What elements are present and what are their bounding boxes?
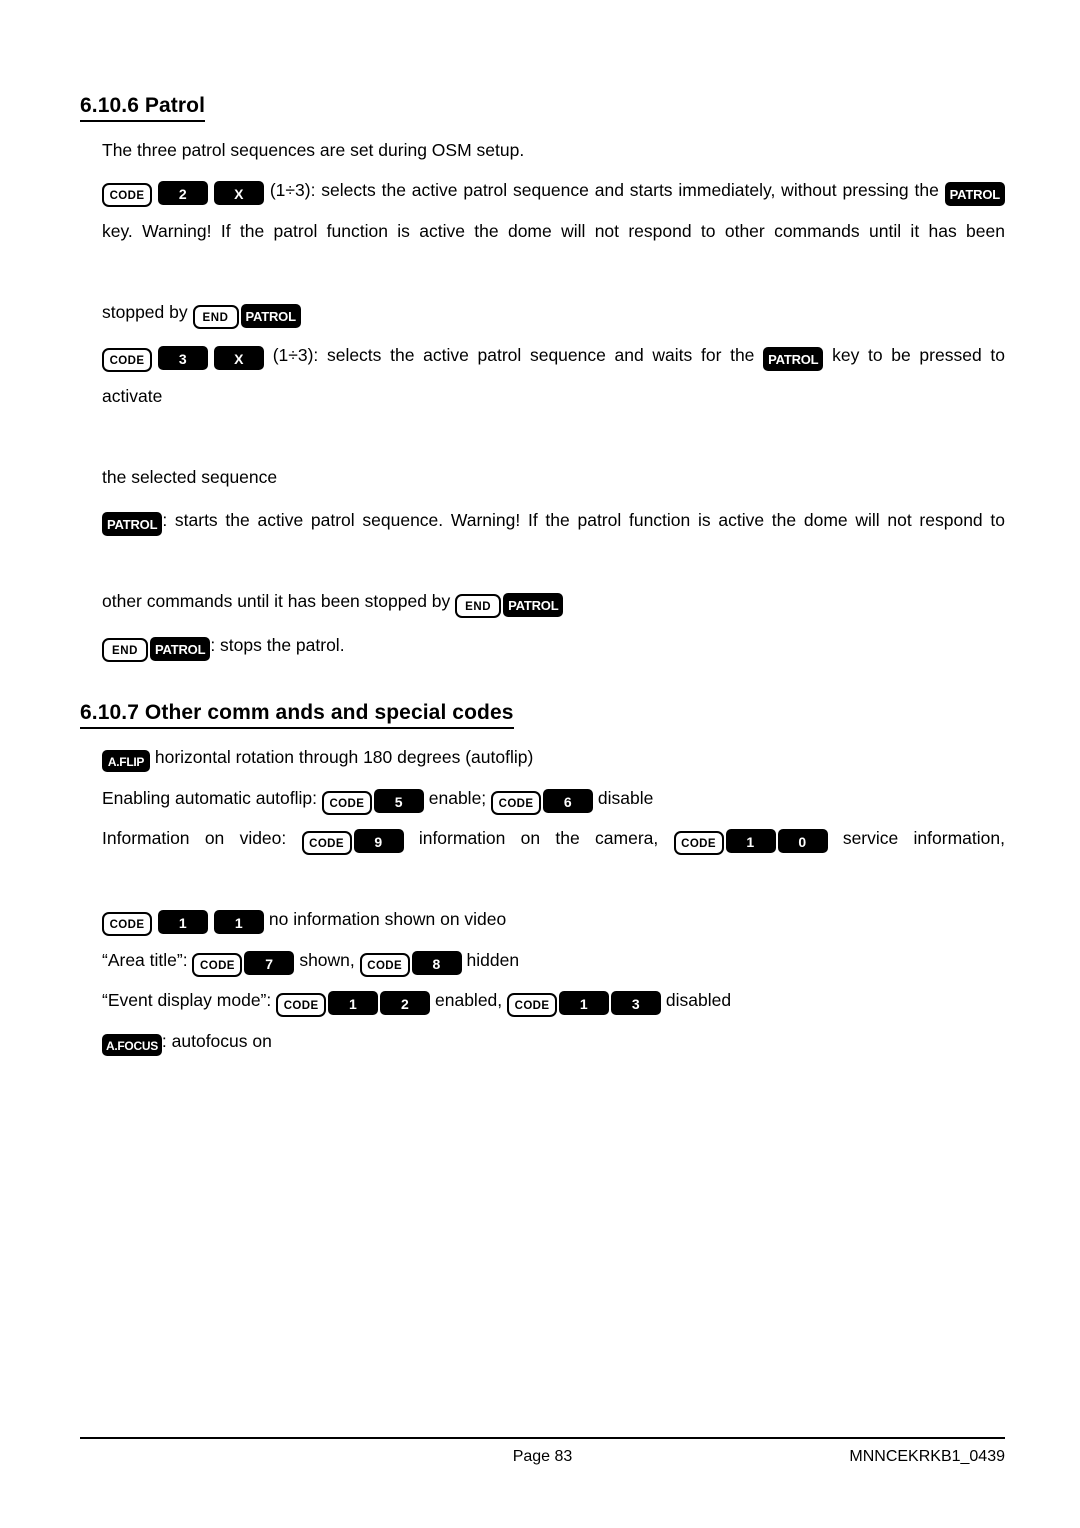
footer-divider (80, 1437, 1005, 1439)
key-patrol-icon[interactable]: PATROL (944, 182, 1005, 207)
key-9-icon[interactable]: 9 (353, 829, 404, 854)
shown-word: shown, (299, 949, 355, 970)
key-2-icon[interactable]: 2 (380, 991, 431, 1016)
key-code-icon[interactable]: CODE (673, 831, 724, 856)
key-1-icon[interactable]: 1 (328, 991, 379, 1016)
hidden-word: hidden (466, 949, 520, 970)
key-x-icon[interactable]: X (214, 181, 264, 206)
key-code-icon[interactable]: CODE (276, 993, 327, 1018)
enabling-autoflip-label: Enabling automatic autoflip: (102, 787, 317, 808)
no-information-text: no information shown on video (268, 909, 507, 930)
patrol-code3-paragraph: CODE 3 X (1÷3): selects the active patrol … (80, 335, 1005, 457)
key-patrol-icon[interactable]: PATROL (150, 636, 211, 661)
patrol-code2-stopline: stopped by END PATROL (80, 292, 1005, 333)
section-heading-other-commands: 6.10.7 Other comm ands and special codes (80, 701, 514, 730)
key-7-icon[interactable]: 7 (244, 950, 295, 975)
key-code-icon[interactable]: CODE (491, 790, 542, 815)
patrol-intro-text: The three patrol sequences are set durin… (102, 139, 525, 160)
area-title-paragraph: “Area title”: CODE 7 shown, CODE 8 hidden (80, 940, 1005, 981)
page-content: 6.10.6 Patrol The three patrol sequences… (80, 0, 1005, 1061)
enabled-word: enabled, (435, 990, 503, 1011)
key-5-icon[interactable]: 5 (373, 788, 424, 813)
no-information-paragraph: CODE 1 1 no information shown on video (80, 899, 1005, 940)
key-patrol-icon[interactable]: PATROL (240, 303, 301, 328)
section-heading-patrol: 6.10.6 Patrol (80, 94, 206, 122)
key-end-icon[interactable]: END (455, 594, 502, 619)
key-1-icon[interactable]: 1 (559, 991, 610, 1016)
patrol-code2-paragraph: CODE 2 X (1÷3): selects the active patrol … (80, 170, 1005, 292)
key-a-flip-icon[interactable]: A.FLIP (102, 750, 150, 773)
key-1-icon[interactable]: 1 (214, 910, 264, 935)
disabled-word: disabled (665, 990, 732, 1011)
key-patrol-icon[interactable]: PATROL (503, 593, 564, 618)
page-footer: Page 83 MNNCEKRKB1_0439 (80, 1437, 1005, 1478)
key-code-icon[interactable]: CODE (192, 952, 243, 977)
key-code-icon[interactable]: CODE (507, 993, 558, 1018)
info-service-text: service information, (842, 828, 1005, 849)
footer-row: Page 83 MNNCEKRKB1_0439 (80, 1448, 1005, 1478)
key-1-icon[interactable]: 1 (725, 829, 776, 854)
patrol-start-text-b: other commands until it has been stopped… (102, 591, 451, 612)
patrol-start-tailline: other commands until it has been stopped… (80, 581, 1005, 622)
key-0-icon[interactable]: 0 (777, 829, 828, 854)
patrol-code2-text-a: (1÷3): selects the active patrol sequenc… (269, 180, 939, 201)
autoflip-text: horizontal rotation through 180 degrees … (154, 747, 534, 768)
document-page: 6.10.6 Patrol The three patrol sequences… (0, 0, 1080, 1528)
patrol-start-text-a: : starts the active patrol sequence. War… (162, 510, 1005, 531)
key-patrol-icon[interactable]: PATROL (102, 512, 163, 537)
enable-word: enable; (428, 787, 487, 808)
footer-document-code: MNNCEKRKB1_0439 (849, 1448, 1005, 1465)
key-end-icon[interactable]: END (192, 304, 239, 329)
key-code-icon[interactable]: CODE (102, 912, 152, 937)
key-code-icon[interactable]: CODE (359, 952, 410, 977)
key-3-icon[interactable]: 3 (611, 991, 662, 1016)
key-6-icon[interactable]: 6 (543, 788, 594, 813)
key-2-icon[interactable]: 2 (158, 181, 208, 206)
autofocus-paragraph: A.FOCUS: autofocus on (80, 1021, 1005, 1062)
autoflip-paragraph: A.FLIP horizontal rotation through 180 d… (80, 737, 1005, 778)
disable-word: disable (597, 787, 654, 808)
event-display-mode-paragraph: “Event display mode”: CODE 1 2 enabled, CO… (80, 980, 1005, 1021)
key-x-icon[interactable]: X (214, 346, 264, 371)
section-heading-other-wrap: 6.10.7 Other comm ands and special codes (80, 701, 1005, 730)
patrol-code2-text-b: key. Warning! If the patrol function is … (102, 220, 1005, 241)
key-end-icon[interactable]: END (102, 637, 148, 662)
key-patrol-icon[interactable]: PATROL (763, 347, 824, 372)
event-display-mode-label: “Event display mode”: (102, 990, 272, 1011)
key-code-icon[interactable]: CODE (321, 790, 372, 815)
autofocus-text: : autofocus on (161, 1030, 272, 1051)
section-heading-patrol-wrap: 6.10.6 Patrol (80, 94, 1005, 122)
key-code-icon[interactable]: CODE (102, 183, 152, 208)
key-code-icon[interactable]: CODE (301, 831, 352, 856)
patrol-start-paragraph: PATROL: starts the active patrol sequenc… (80, 500, 1005, 581)
key-a-focus-icon[interactable]: A.FOCUS (102, 1033, 162, 1056)
key-8-icon[interactable]: 8 (411, 950, 462, 975)
patrol-stop-text: : stops the patrol. (210, 634, 345, 655)
patrol-intro-paragraph: The three patrol sequences are set durin… (80, 130, 1005, 171)
enabling-autoflip-paragraph: Enabling automatic autoflip: CODE 5 enabl… (80, 778, 1005, 819)
information-on-video-paragraph: Information on video: CODE 9 information … (80, 818, 1005, 899)
patrol-code3-text-c: the selected sequence (102, 466, 278, 487)
information-on-video-label: Information on video: (102, 828, 287, 849)
key-1-icon[interactable]: 1 (158, 910, 208, 935)
patrol-code3-text-a: (1÷3): selects the active patrol sequenc… (272, 345, 755, 366)
info-camera-text: information on the camera, (418, 828, 659, 849)
key-3-icon[interactable]: 3 (158, 346, 208, 371)
patrol-code2-text-c: stopped by (102, 301, 188, 322)
key-code-icon[interactable]: CODE (102, 348, 152, 373)
patrol-code3-tailline: the selected sequence (80, 457, 1005, 498)
area-title-label: “Area title”: (102, 949, 188, 970)
patrol-stop-paragraph: END PATROL: stops the patrol. (80, 625, 1005, 666)
